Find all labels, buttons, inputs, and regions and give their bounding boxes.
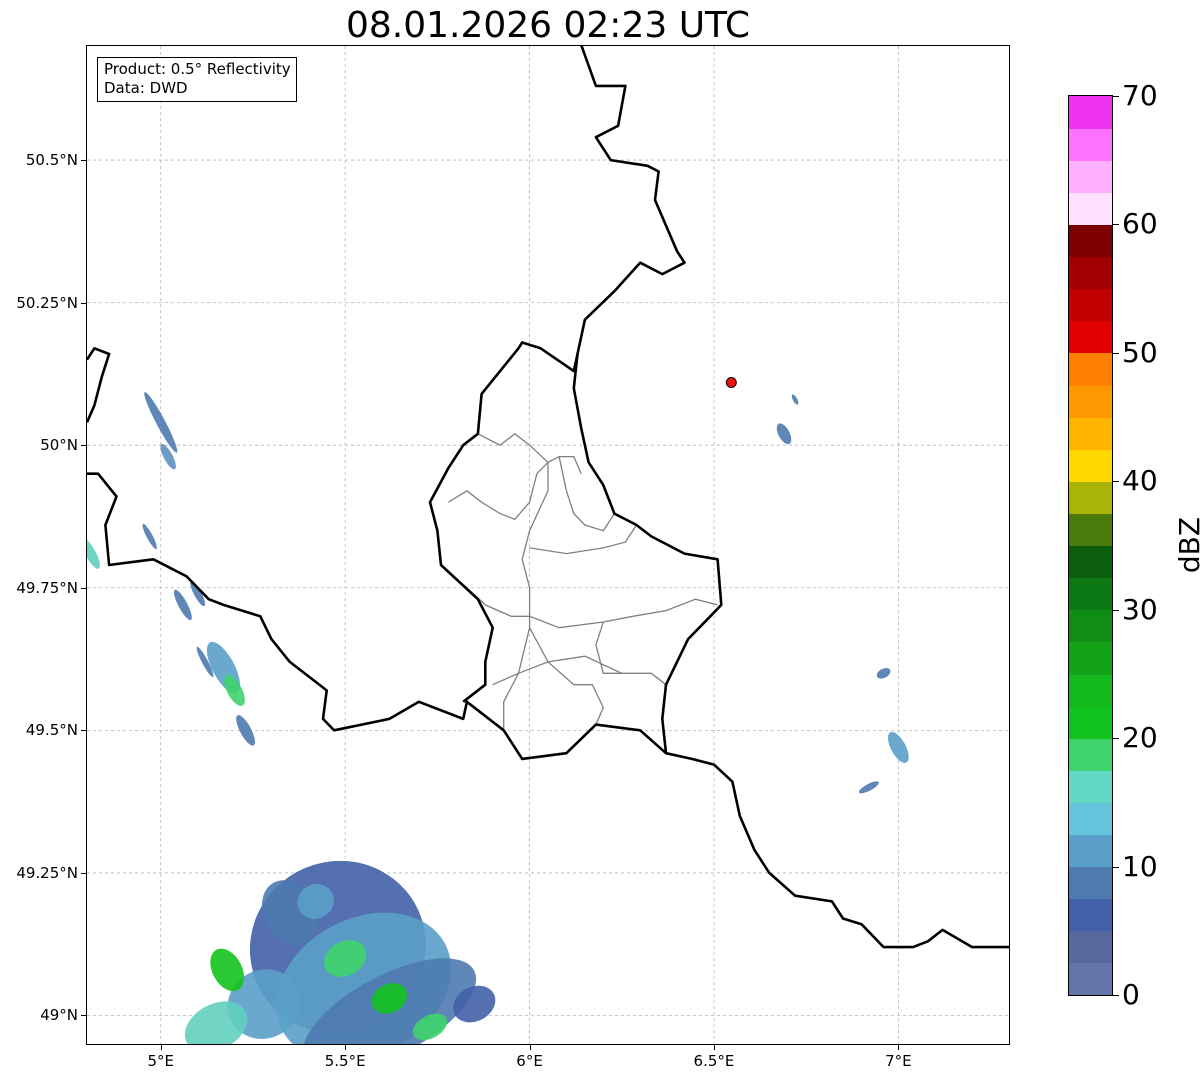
colorbar-label: dBZ	[1173, 516, 1202, 574]
lat-tick-label: 49.75°N	[16, 578, 78, 597]
colorbar-tick-mark	[1113, 609, 1119, 611]
colorbar-tick-mark	[1113, 224, 1119, 226]
lat-tick-label: 50.25°N	[16, 293, 78, 312]
colorbar-tick-mark	[1113, 352, 1119, 354]
colorbar-segment	[1069, 352, 1112, 386]
lon-tick-label: 5°E	[147, 1052, 175, 1070]
colorbar-segment	[1069, 641, 1112, 675]
colorbar-segment	[1069, 128, 1112, 161]
echo-cell	[791, 394, 799, 405]
colorbar-segment	[1069, 288, 1112, 322]
colorbar-tick-label: 50	[1122, 335, 1158, 369]
colorbar-segment	[1069, 962, 1112, 995]
regional-border	[503, 462, 549, 731]
lat-tick-mark	[81, 302, 86, 304]
data-source-label: Data: DWD	[104, 79, 188, 97]
colorbar-tick-label: 70	[1122, 79, 1158, 112]
colorbar-segment	[1069, 384, 1112, 418]
echo-cell	[876, 668, 891, 679]
colorbar-tick-label: 10	[1122, 849, 1158, 883]
lon-tick-mark	[529, 1045, 531, 1050]
colorbar-tick-mark	[1113, 96, 1119, 97]
colorbar-segment	[1069, 930, 1112, 964]
lat-tick-label: 50°N	[40, 436, 78, 455]
colorbar-segment	[1069, 609, 1112, 643]
national-border	[87, 46, 723, 761]
radar-site-dot	[725, 376, 737, 388]
lat-tick-label: 49.5°N	[25, 721, 78, 740]
lat-tick-mark	[81, 1015, 86, 1017]
product-label: Product: 0.5° Reflectivity	[104, 60, 291, 78]
lon-tick-mark	[713, 1045, 715, 1050]
lat-tick-mark	[81, 160, 86, 162]
radar-echoes	[87, 392, 909, 1044]
lon-tick-mark	[898, 1045, 900, 1050]
lat-tick-mark	[81, 587, 86, 589]
national-border	[87, 346, 111, 423]
regional-border	[529, 524, 638, 555]
map-title: 08.01.2026 02:23 UTC	[345, 5, 751, 46]
colorbar-segment	[1069, 545, 1112, 579]
colorbar-segment	[1069, 224, 1112, 258]
colorbar-segment	[1069, 898, 1112, 932]
colorbar-segment	[1069, 320, 1112, 354]
national-border	[428, 341, 579, 703]
echo-cell	[142, 523, 157, 550]
radar-map[interactable]	[86, 45, 1010, 1045]
colorbar-segment	[1069, 738, 1112, 771]
echo-cell	[858, 781, 879, 794]
colorbar-segment	[1069, 577, 1112, 611]
colorbar	[1068, 95, 1113, 996]
colorbar-tick-mark	[1113, 738, 1119, 740]
colorbar-tick-label: 60	[1122, 207, 1158, 241]
colorbar-segment	[1069, 160, 1112, 193]
lon-tick-label: 6°E	[516, 1052, 543, 1070]
colorbar-segment	[1069, 256, 1112, 290]
colorbar-segment	[1069, 192, 1112, 226]
national-borders	[87, 46, 1009, 949]
colorbar-segment	[1069, 673, 1112, 707]
echo-cell	[236, 715, 255, 746]
colorbar-tick-mark	[1113, 995, 1119, 996]
gridlines	[87, 46, 1009, 1044]
echo-cell	[173, 589, 192, 621]
lat-tick-label: 49.25°N	[16, 863, 78, 882]
lon-tick-label: 5.5°E	[324, 1052, 366, 1070]
lat-tick-label: 49°N	[40, 1006, 78, 1025]
colorbar-segment	[1069, 417, 1112, 450]
colorbar-segment	[1069, 449, 1112, 482]
colorbar-tick-mark	[1113, 866, 1119, 868]
regional-border	[440, 564, 718, 629]
lat-tick-mark	[81, 872, 86, 874]
lon-tick-label: 6.5°E	[693, 1052, 735, 1070]
colorbar-tick-mark	[1113, 481, 1119, 483]
lon-tick-mark	[160, 1045, 162, 1050]
lat-tick-mark	[81, 445, 86, 447]
colorbar-tick-label: 20	[1122, 721, 1158, 755]
colorbar-segment	[1069, 481, 1112, 514]
national-border	[665, 751, 1009, 949]
colorbar-segment	[1069, 706, 1112, 739]
lon-tick-mark	[345, 1045, 347, 1050]
regional-border	[448, 461, 549, 521]
lat-tick-label: 50.5°N	[25, 151, 78, 170]
radar-site-marker	[725, 376, 737, 388]
colorbar-tick-label: 40	[1122, 464, 1158, 498]
info-box: Product: 0.5° Reflectivity Data: DWD	[97, 57, 297, 102]
colorbar-segment	[1069, 513, 1112, 547]
colorbar-segment	[1069, 96, 1112, 129]
lon-tick-label: 7°E	[885, 1052, 912, 1070]
map-canvas	[87, 46, 1009, 1044]
colorbar-segment	[1069, 802, 1112, 836]
lat-tick-mark	[81, 730, 86, 732]
colorbar-segment	[1069, 834, 1112, 868]
colorbar-segment	[1069, 770, 1112, 803]
regional-border	[595, 621, 622, 674]
colorbar-segment	[1069, 866, 1112, 900]
regional-border	[529, 627, 605, 725]
colorbar-tick-label: 30	[1122, 592, 1158, 626]
echo-cell	[87, 538, 100, 569]
echo-cell	[776, 423, 792, 445]
colorbar-tick-label: 0	[1122, 978, 1140, 1011]
